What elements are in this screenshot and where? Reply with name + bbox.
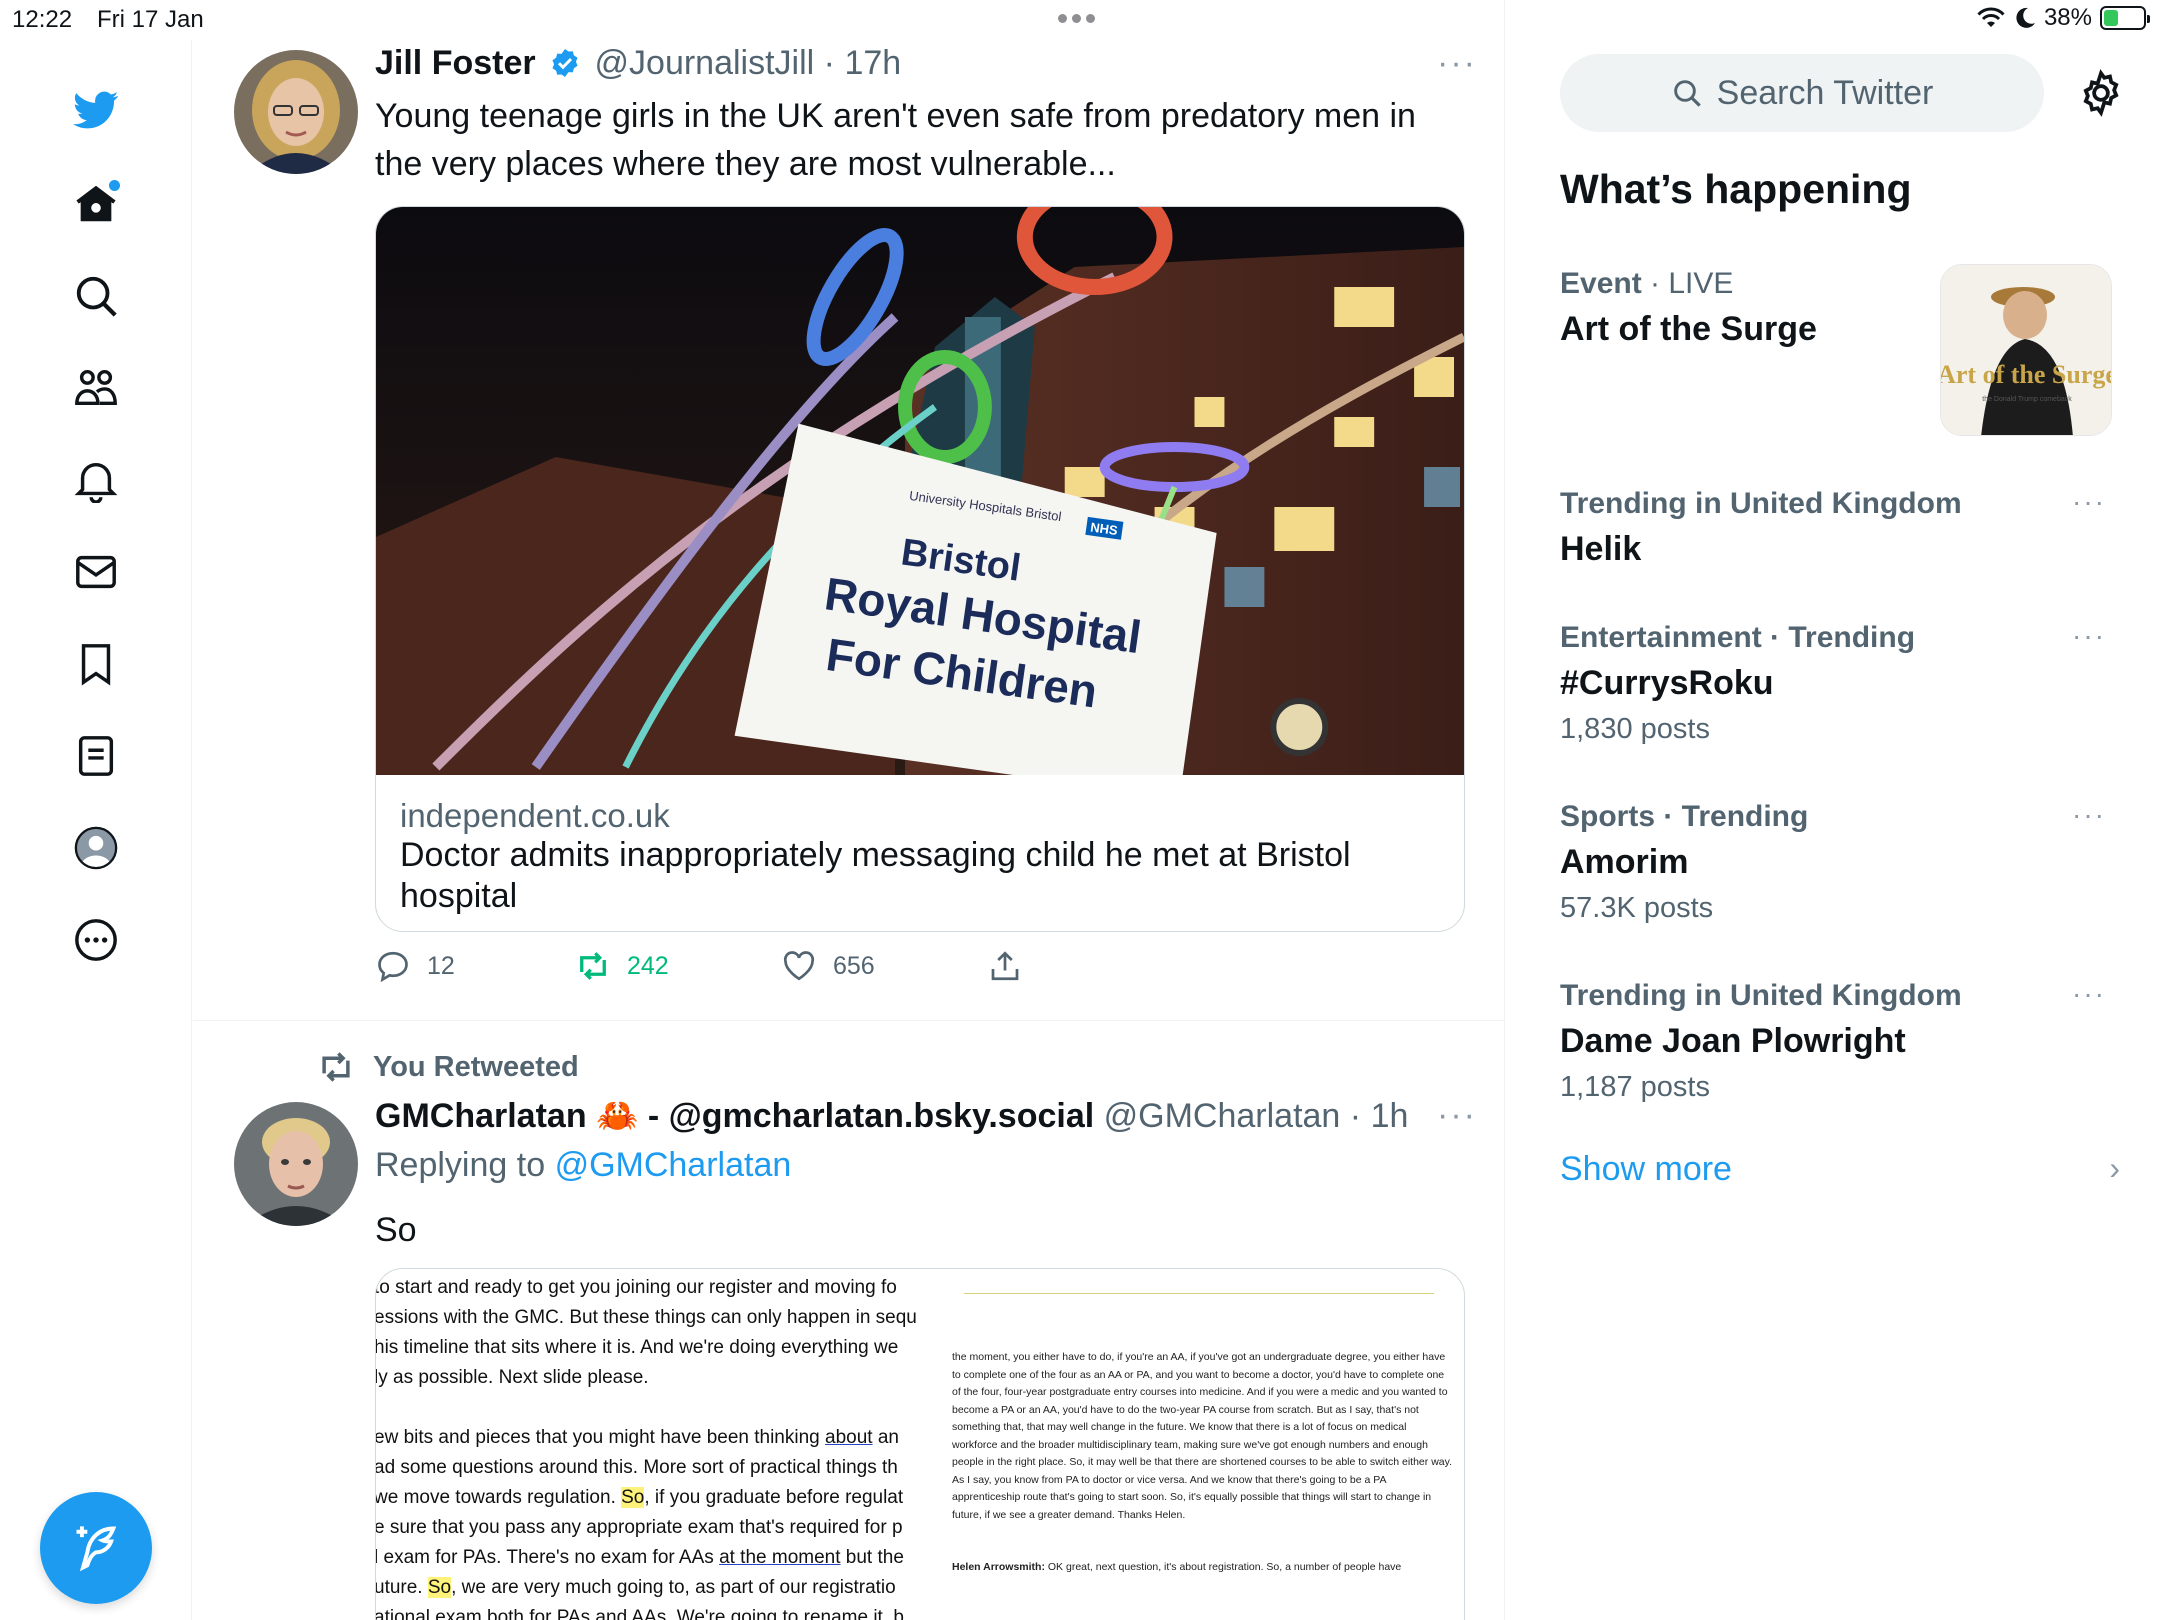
search-icon <box>1673 80 1701 107</box>
trend-name: Amorim <box>1560 843 1689 881</box>
trend-post-count: 1,830 posts <box>1560 713 1710 745</box>
compose-icon <box>76 1526 117 1572</box>
trend-post-count: 57.3K posts <box>1560 892 1714 924</box>
author-handle[interactable]: @GMCharlatan <box>1104 1097 1341 1135</box>
show-more-label: Show more <box>1560 1150 1732 1188</box>
doc-line: ly as possible. Next slide please. <box>376 1367 649 1388</box>
trend-post-count: 1,187 posts <box>1560 1071 1710 1103</box>
event-thumb-subtitle: the Donald Trump comeback <box>1982 396 2072 403</box>
trend-context: Sports · Trending <box>1560 800 1809 833</box>
trend-item[interactable]: Trending in United Kingdom Dame Joan Plo… <box>1560 976 2120 1108</box>
twitter-logo-icon[interactable] <box>70 84 122 136</box>
search-placeholder: Search Twitter <box>1716 73 1934 112</box>
retweet-context-label[interactable]: You Retweeted <box>373 1051 579 1084</box>
replying-to: Replying to @GMCharlatan <box>375 1146 791 1185</box>
tweet-text: So <box>375 1211 417 1249</box>
show-more-link[interactable]: Show more › <box>1560 1150 2120 1189</box>
doc-header-rule <box>964 1293 1434 1294</box>
battery-percentage: 38% <box>2043 4 2092 31</box>
trend-more-icon[interactable]: ··· <box>2072 799 2106 831</box>
whats-happening-title: What’s happening <box>1560 166 1912 212</box>
trend-context: Trending in United Kingdom <box>1560 487 1962 520</box>
tweet-more-icon[interactable]: ··· <box>1437 1096 1477 1135</box>
retweet-context-icon <box>322 1052 350 1082</box>
replying-to-mention[interactable]: @GMCharlatan <box>555 1146 792 1184</box>
trend-name: Dame Joan Plowright <box>1560 1022 1906 1060</box>
moon-icon <box>2016 7 2035 28</box>
tweet-header: GMCharlatan 🦀 - @gmcharlatan.bsky.social… <box>375 1096 1408 1136</box>
lists-icon[interactable] <box>70 730 122 782</box>
author-name-suffix[interactable]: - @gmcharlatan.bsky.social <box>638 1097 1094 1135</box>
search-input[interactable]: Search Twitter <box>1560 54 2044 132</box>
trend-context: Entertainment · Trending <box>1560 621 1916 654</box>
doc-line-annotated: we move towards regulation. So, if you g… <box>376 1487 904 1508</box>
event-thumbnail[interactable]: Art of the Surge the Donald Trump comeba… <box>1940 264 2112 436</box>
doc-speaker: Helen Arrowsmith: <box>952 1561 1045 1573</box>
doc-line: essions with the GMC. But these things c… <box>376 1307 916 1328</box>
communities-icon[interactable] <box>70 362 122 414</box>
settings-gear-icon[interactable] <box>2076 68 2126 118</box>
doc-line: e sure that you pass any appropriate exa… <box>376 1517 903 1538</box>
bookmarks-icon[interactable] <box>70 638 122 690</box>
separator-dot: · <box>1340 1097 1371 1135</box>
trend-name: Helik <box>1560 530 1642 568</box>
avatar[interactable] <box>234 1102 358 1226</box>
battery-level <box>2104 10 2119 26</box>
notifications-bell-icon[interactable] <box>70 454 122 506</box>
more-options-icon[interactable] <box>70 914 122 966</box>
doc-line-annotated: ew bits and pieces that you might have b… <box>376 1427 899 1448</box>
replying-to-label: Replying to <box>375 1146 546 1184</box>
doc-line: to start and ready to get you joining ou… <box>376 1277 897 1298</box>
retweet-context: You Retweeted <box>317 1048 579 1086</box>
wifi-icon <box>1977 7 2005 27</box>
status-date: Fri 17 Jan <box>97 6 204 33</box>
doc-line: his timeline that sits where it is. And … <box>376 1337 899 1358</box>
trend-more-icon[interactable]: ··· <box>2072 620 2106 652</box>
tweet-time[interactable]: 1h <box>1371 1097 1409 1135</box>
compose-tweet-button[interactable] <box>40 1492 152 1604</box>
explore-search-icon[interactable] <box>70 270 122 322</box>
profile-avatar-icon[interactable] <box>70 822 122 874</box>
timeline: Jill Foster @JournalistJill · 17h ··· Yo… <box>193 0 1505 1620</box>
doc-line: ad some questions around this. More sort… <box>376 1457 898 1478</box>
tweet-image-document[interactable]: to start and ready to get you joining ou… <box>375 1268 1465 1620</box>
right-sidebar: Search Twitter What’s happening Event · … <box>1506 40 2160 1620</box>
tweet-gmcharlatan[interactable]: You Retweeted GMCharlatan 🦀 - @gmcharlat… <box>193 0 1504 1620</box>
document-right-page: the moment, you either have to do, if yo… <box>934 1269 1464 1620</box>
doc-line-annotated: uture. So, we are very much going to, as… <box>376 1577 896 1598</box>
trend-item[interactable]: Entertainment · Trending #CurrysRoku 1,8… <box>1560 618 2120 750</box>
chevron-right-icon: › <box>2109 1150 2120 1186</box>
doc-speaker-text: OK great, next question, it's about regi… <box>1047 1561 1402 1573</box>
doc-speaker-line: Helen Arrowsmith: OK great, next questio… <box>952 1559 1452 1577</box>
doc-line-annotated: l exam for PAs. There's no exam for AAs … <box>376 1547 904 1568</box>
live-label: LIVE <box>1668 267 1734 300</box>
document-left-page: to start and ready to get you joining ou… <box>376 1269 916 1620</box>
trend-more-icon[interactable]: ··· <box>2072 978 2106 1010</box>
status-indicators: 38% <box>1976 4 2150 32</box>
left-navigation <box>0 40 192 1620</box>
event-thumb-title: Art of the Surge <box>1941 360 2112 389</box>
home-icon[interactable] <box>70 178 122 230</box>
author-name[interactable]: GMCharlatan <box>375 1097 587 1135</box>
trend-item[interactable]: Trending in United Kingdom Helik ··· <box>1560 484 2120 572</box>
doc-line: ational exam both for PAs and AAs. We're… <box>376 1607 904 1620</box>
trend-more-icon[interactable]: ··· <box>2072 486 2106 518</box>
status-time: 12:22 <box>12 6 73 33</box>
trend-name: #CurrysRoku <box>1560 664 1774 702</box>
messages-envelope-icon[interactable] <box>70 546 122 598</box>
event-label: Event <box>1560 267 1642 300</box>
trend-item[interactable]: Sports · Trending Amorim 57.3K posts ··· <box>1560 797 2120 929</box>
home-notification-dot <box>109 180 120 191</box>
trend-context: Trending in United Kingdom <box>1560 979 1962 1012</box>
crab-emoji: 🦀 <box>596 1097 639 1135</box>
doc-paragraph: the moment, you either have to do, if yo… <box>952 1351 1453 1521</box>
battery-icon <box>2100 6 2150 30</box>
